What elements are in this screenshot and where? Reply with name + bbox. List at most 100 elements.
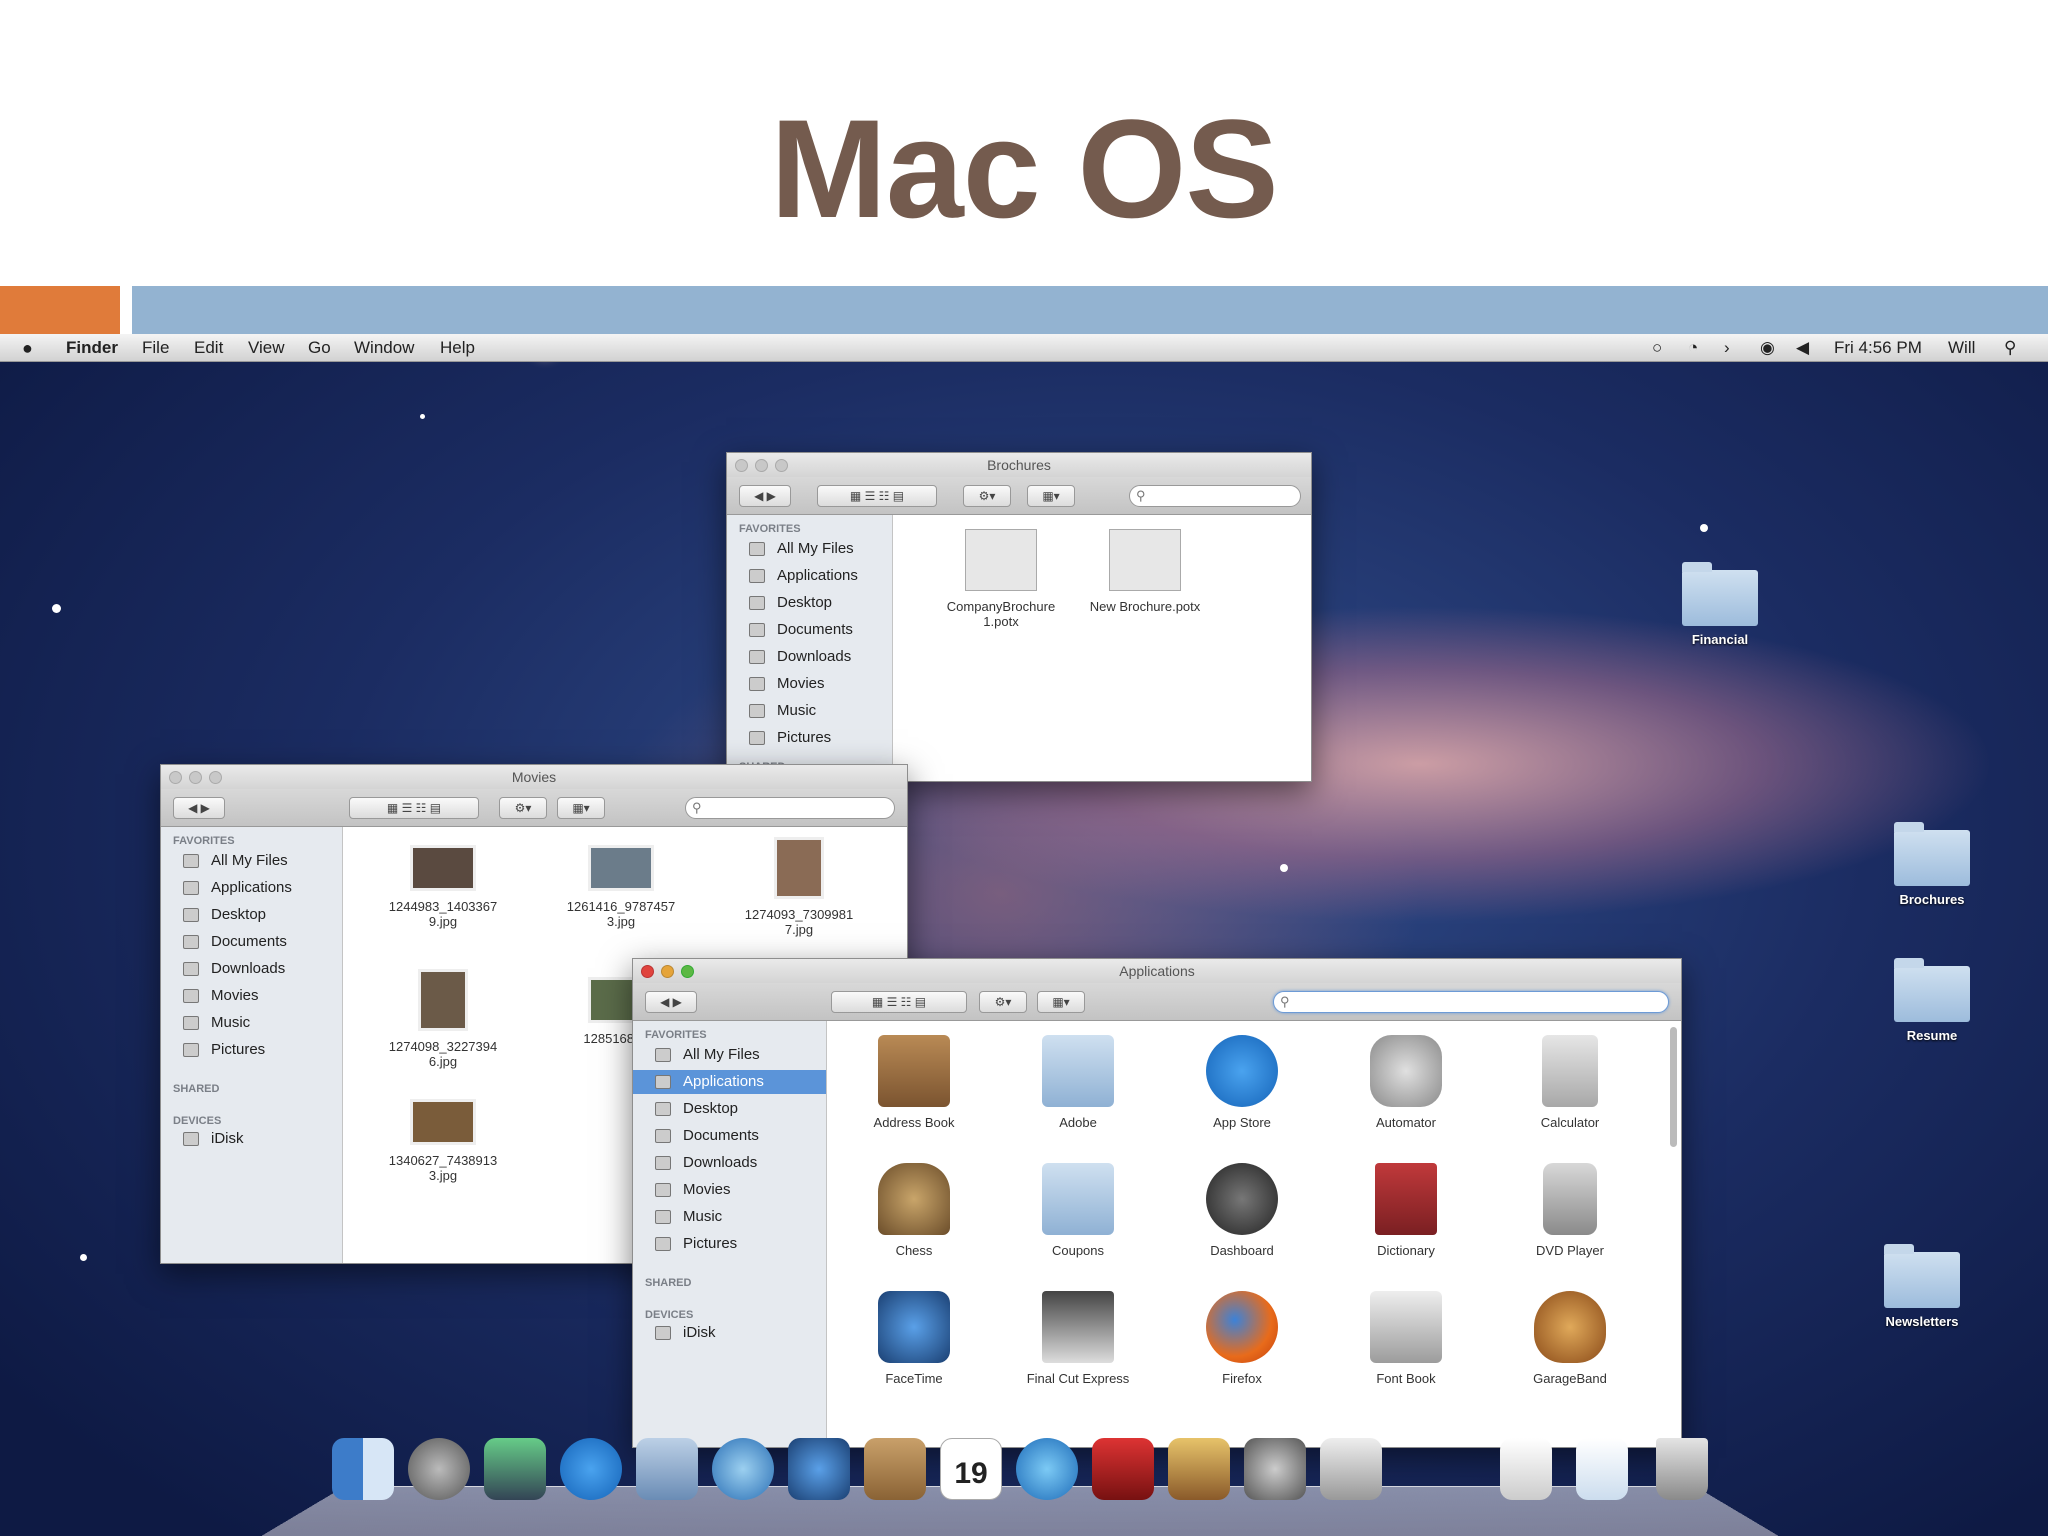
clock-label[interactable]: Fri 4:56 PM [1834, 338, 1922, 358]
sidebar-item-movies[interactable]: Movies [727, 672, 892, 696]
sidebar-item-documents[interactable]: Documents [161, 930, 342, 954]
itunes-icon[interactable] [1016, 1438, 1078, 1500]
utilities-icon[interactable] [1320, 1438, 1382, 1500]
menu-app-finder[interactable]: Finder [66, 338, 118, 358]
window-titlebar[interactable]: Brochures [727, 453, 1311, 477]
bluetooth-icon[interactable]: › [1724, 338, 1730, 358]
finder-icon[interactable] [332, 1438, 394, 1500]
document-icon[interactable] [1500, 1438, 1552, 1500]
menu-go[interactable]: Go [308, 338, 331, 358]
sidebar-item-all-my-files[interactable]: All My Files [727, 537, 892, 561]
file-item[interactable]: 1274093_7309981 7.jpg [729, 837, 869, 937]
app-chess[interactable]: Chess [849, 1163, 979, 1258]
file-item[interactable]: New Brochure.potx [1075, 529, 1215, 614]
photo-booth-icon[interactable] [1092, 1438, 1154, 1500]
app-store-icon[interactable] [560, 1438, 622, 1500]
search-field[interactable]: ⚲ [1273, 991, 1669, 1013]
minimize-button[interactable] [755, 459, 768, 472]
sidebar-item-pictures[interactable]: Pictures [727, 726, 892, 750]
sidebar-item-music[interactable]: Music [161, 1011, 342, 1035]
sidebar-item-downloads[interactable]: Downloads [633, 1151, 826, 1175]
desktop-folder-newsletters[interactable]: Newsletters [1862, 1244, 1982, 1329]
sidebar-item-applications[interactable]: Applications [161, 876, 342, 900]
desktop-folder-brochures[interactable]: Brochures [1872, 822, 1992, 907]
file-item[interactable]: CompanyBrochure 1.potx [931, 529, 1071, 629]
address-book-icon[interactable] [864, 1438, 926, 1500]
search-field[interactable]: ⚲ [1129, 485, 1301, 507]
sidebar-item-applications[interactable]: Applications [633, 1070, 826, 1094]
sidebar-item-pictures[interactable]: Pictures [161, 1038, 342, 1062]
back-forward-button[interactable]: ◀ ▶ [739, 485, 791, 507]
window-titlebar[interactable]: Applications [633, 959, 1681, 983]
status-icon[interactable]: ○ [1652, 338, 1662, 358]
app-firefox[interactable]: Firefox [1177, 1291, 1307, 1386]
wifi-icon[interactable]: ◉ [1760, 338, 1775, 358]
action-button[interactable]: ⚙▾ [979, 991, 1027, 1013]
app-address-book[interactable]: Address Book [849, 1035, 979, 1130]
menu-help[interactable]: Help [440, 338, 475, 358]
desktop-folder-resume[interactable]: Resume [1872, 958, 1992, 1043]
facetime-icon[interactable] [788, 1438, 850, 1500]
app-dictionary[interactable]: Dictionary [1341, 1163, 1471, 1258]
calendar-icon[interactable]: 19 [940, 1438, 1002, 1500]
sidebar-item-desktop[interactable]: Desktop [727, 591, 892, 615]
file-item[interactable]: 1261416_9787457 3.jpg [551, 845, 691, 929]
back-forward-button[interactable]: ◀ ▶ [173, 797, 225, 819]
close-button[interactable] [735, 459, 748, 472]
launchpad-icon[interactable] [408, 1438, 470, 1500]
iphoto-icon[interactable] [1168, 1438, 1230, 1500]
app-dashboard[interactable]: Dashboard [1177, 1163, 1307, 1258]
safari-icon[interactable] [712, 1438, 774, 1500]
zoom-button[interactable] [209, 771, 222, 784]
app-adobe[interactable]: Adobe [1013, 1035, 1143, 1130]
sidebar-item-pictures[interactable]: Pictures [633, 1232, 826, 1256]
app-dvd-player[interactable]: DVD Player [1505, 1163, 1635, 1258]
zoom-button[interactable] [681, 965, 694, 978]
action-button[interactable]: ⚙▾ [963, 485, 1011, 507]
sidebar-item-desktop[interactable]: Desktop [161, 903, 342, 927]
sidebar-item-all-my-files[interactable]: All My Files [633, 1043, 826, 1067]
apple-menu-icon[interactable]: ● [22, 338, 33, 359]
sidebar-item-movies[interactable]: Movies [161, 984, 342, 1008]
zoom-button[interactable] [775, 459, 788, 472]
menu-file[interactable]: File [142, 338, 169, 358]
spotlight-icon[interactable]: ⚲ [2004, 338, 2016, 358]
sidebar-item-documents[interactable]: Documents [633, 1124, 826, 1148]
minimize-button[interactable] [661, 965, 674, 978]
file-item[interactable]: 1274098_3227394 6.jpg [373, 969, 513, 1069]
menu-edit[interactable]: Edit [194, 338, 223, 358]
trash-icon[interactable] [1656, 1438, 1708, 1500]
sidebar-item-downloads[interactable]: Downloads [727, 645, 892, 669]
sidebar-item-idisk[interactable]: iDisk [161, 1127, 342, 1151]
app-calculator[interactable]: Calculator [1505, 1035, 1635, 1130]
time-machine-icon[interactable]: ◔ [1688, 338, 1698, 358]
action-button[interactable]: ⚙▾ [499, 797, 547, 819]
app-facetime[interactable]: FaceTime [849, 1291, 979, 1386]
file-item[interactable]: 1340627_7438913 3.jpg [373, 1099, 513, 1183]
sidebar-item-desktop[interactable]: Desktop [633, 1097, 826, 1121]
arrange-button[interactable]: ▦▾ [1037, 991, 1085, 1013]
file-item[interactable]: 1244983_1403367 9.jpg [373, 845, 513, 929]
menu-view[interactable]: View [248, 338, 285, 358]
app-final-cut-express[interactable]: Final Cut Express [1013, 1291, 1143, 1386]
mission-control-icon[interactable] [484, 1438, 546, 1500]
window-titlebar[interactable]: Movies [161, 765, 907, 789]
downloads-stack-icon[interactable] [1576, 1438, 1628, 1500]
app-app-store[interactable]: App Store [1177, 1035, 1307, 1130]
sidebar-item-applications[interactable]: Applications [727, 564, 892, 588]
app-garageband[interactable]: GarageBand [1505, 1291, 1635, 1386]
view-mode-buttons[interactable]: ▦ ☰ ☷ ▤ [349, 797, 479, 819]
system-preferences-icon[interactable] [1244, 1438, 1306, 1500]
close-button[interactable] [169, 771, 182, 784]
sidebar-item-idisk[interactable]: iDisk [633, 1321, 826, 1345]
close-button[interactable] [641, 965, 654, 978]
finder-window-brochures[interactable]: Brochures ◀ ▶ ▦ ☰ ☷ ▤ ⚙▾ ▦▾ ⚲ FAVORITES … [726, 452, 1312, 782]
back-forward-button[interactable]: ◀ ▶ [645, 991, 697, 1013]
mail-icon[interactable] [636, 1438, 698, 1500]
sidebar-item-downloads[interactable]: Downloads [161, 957, 342, 981]
app-font-book[interactable]: Font Book [1341, 1291, 1471, 1386]
arrange-button[interactable]: ▦▾ [1027, 485, 1075, 507]
arrange-button[interactable]: ▦▾ [557, 797, 605, 819]
view-mode-buttons[interactable]: ▦ ☰ ☷ ▤ [817, 485, 937, 507]
sidebar-item-documents[interactable]: Documents [727, 618, 892, 642]
